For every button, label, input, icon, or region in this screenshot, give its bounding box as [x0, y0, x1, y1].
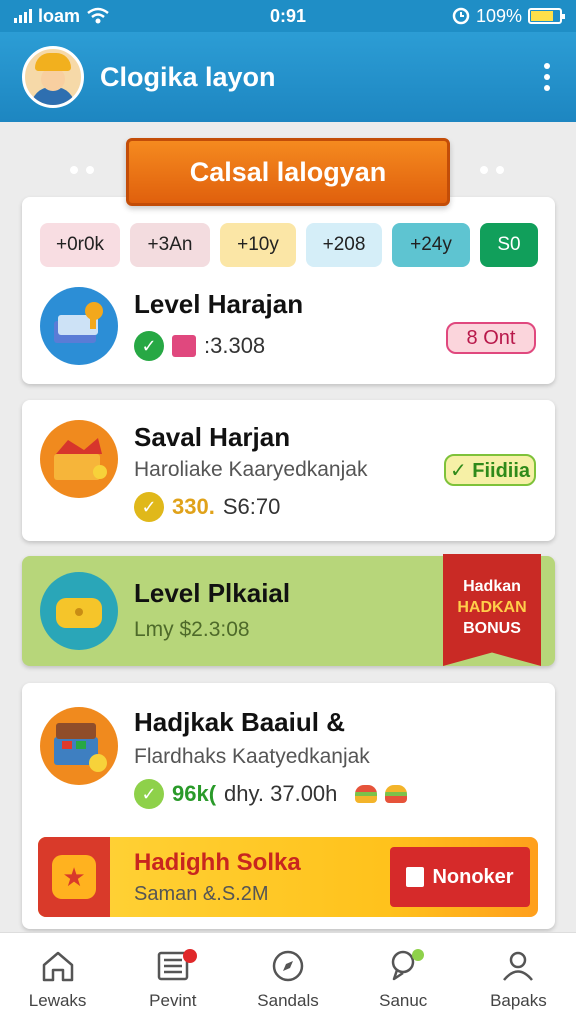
notification-dot	[411, 949, 424, 961]
tab-label: Bapaks	[490, 990, 547, 1010]
tab-label: Sandals	[257, 990, 319, 1010]
chip[interactable]: +208	[306, 223, 382, 267]
tab-label: Sanuc	[379, 990, 428, 1010]
chip[interactable]: +3An	[130, 223, 210, 267]
bottom-tab-bar: Lewaks Pevint Sandals Sanuc Bapaks	[0, 932, 576, 1024]
gift-icon	[172, 335, 196, 357]
section-banner[interactable]: Calsal lalogyan	[126, 138, 450, 206]
app-bar: Clogika layon	[0, 32, 576, 122]
item-value: :3.308	[204, 333, 266, 358]
card-level-plkaial[interactable]: Level Plkaial Lmy $2.3:08 Hadkan HADKAN …	[22, 554, 555, 666]
filter-chips: +0r0k +3An +10y +208 +24y S0	[40, 223, 538, 267]
more-vertical-icon[interactable]	[540, 55, 554, 99]
tab-label: Lewaks	[28, 990, 87, 1010]
item-value: Lmy $2.3:08	[134, 618, 250, 641]
signal-icon	[14, 9, 32, 23]
promo-subtitle: Saman &.S.2M	[134, 883, 269, 905]
battery-icon	[528, 8, 565, 24]
item-title: Level Harajan	[134, 289, 304, 319]
burger-icon	[385, 785, 408, 803]
burger-icon	[355, 785, 378, 803]
tab-pevint[interactable]: Pevint	[115, 933, 230, 1024]
user-icon	[503, 951, 534, 981]
chip[interactable]: +10y	[220, 223, 296, 267]
item-title: Hadjkak Baaiul &	[134, 707, 345, 737]
alarm-icon	[452, 7, 470, 25]
item-meta: ✓ 96k( dhy. 37.00h	[134, 779, 408, 809]
treasure-chest-icon	[40, 707, 118, 785]
item-value: S6:70	[222, 494, 281, 519]
status-badge: 8 Ont	[446, 322, 536, 354]
chest-icon	[40, 572, 118, 650]
item-meta: ✓ 330. S6:70	[134, 492, 280, 522]
notification-dot	[183, 949, 198, 963]
item-subtitle: Flardhaks Kaatyedkanjak	[134, 745, 370, 768]
item-subtitle: Haroliake Kaaryedkanjak	[134, 458, 368, 481]
gift-icon	[406, 867, 425, 887]
wifi-icon	[87, 7, 109, 24]
promo-button[interactable]: Nonoker	[390, 847, 530, 907]
pager-dots-right	[480, 166, 504, 174]
pager-dots-left	[70, 166, 94, 174]
status-bar: loam 0:91 109%	[0, 0, 576, 32]
tab-bapaks[interactable]: Bapaks	[461, 933, 576, 1024]
compass-icon	[272, 950, 304, 981]
promo-title: Hadighh Solka	[134, 849, 301, 876]
chip[interactable]: S0	[480, 223, 538, 267]
check-icon: ✓	[134, 492, 164, 522]
tab-lewaks[interactable]: Lewaks	[0, 933, 115, 1024]
card-saval-harjan[interactable]: Saval Harjan Haroliake Kaaryedkanjak ✓ 3…	[22, 400, 555, 541]
tab-label: Pevint	[149, 990, 197, 1010]
tab-sandals[interactable]: Sandals	[230, 933, 345, 1024]
item-value-highlight: 96k(	[172, 781, 217, 806]
clock: 0:91	[269, 5, 307, 26]
card-hadjkak-baaiul[interactable]: Hadjkak Baaiul & Flardhaks Kaatyedkanjak…	[22, 683, 555, 929]
tab-sanuc[interactable]: Sanuc	[346, 933, 461, 1024]
item-title: Saval Harjan	[134, 422, 291, 452]
check-icon: ✓	[134, 779, 164, 809]
promo-banner[interactable]: ★ Hadighh Solka Saman &.S.2M Nonoker	[38, 837, 538, 917]
avatar[interactable]	[22, 46, 84, 108]
home-icon	[42, 951, 73, 981]
item-title: Level Plkaial	[134, 578, 291, 608]
treasure-box-icon	[40, 420, 118, 498]
check-icon: ✓	[134, 331, 164, 361]
app-title: Clogika layon	[100, 61, 276, 92]
item-value: dhy. 37.00h	[224, 781, 338, 806]
bonus-ribbon[interactable]: Hadkan HADKAN BONUS	[443, 554, 541, 666]
item-value-highlight: 330.	[172, 494, 215, 519]
chip[interactable]: +0r0k	[40, 223, 120, 267]
star-icon: ★	[38, 837, 110, 917]
certificate-icon	[40, 287, 118, 365]
item-meta: ✓ :3.308	[134, 331, 265, 361]
status-badge: ✓ Fiidiia	[444, 454, 536, 486]
carrier-label: loam	[38, 5, 81, 26]
battery-percent: 109%	[475, 5, 522, 26]
chip[interactable]: +24y	[392, 223, 470, 267]
card-level-harajan[interactable]: +0r0k +3An +10y +208 +24y S0 Level Haraj…	[22, 197, 555, 384]
